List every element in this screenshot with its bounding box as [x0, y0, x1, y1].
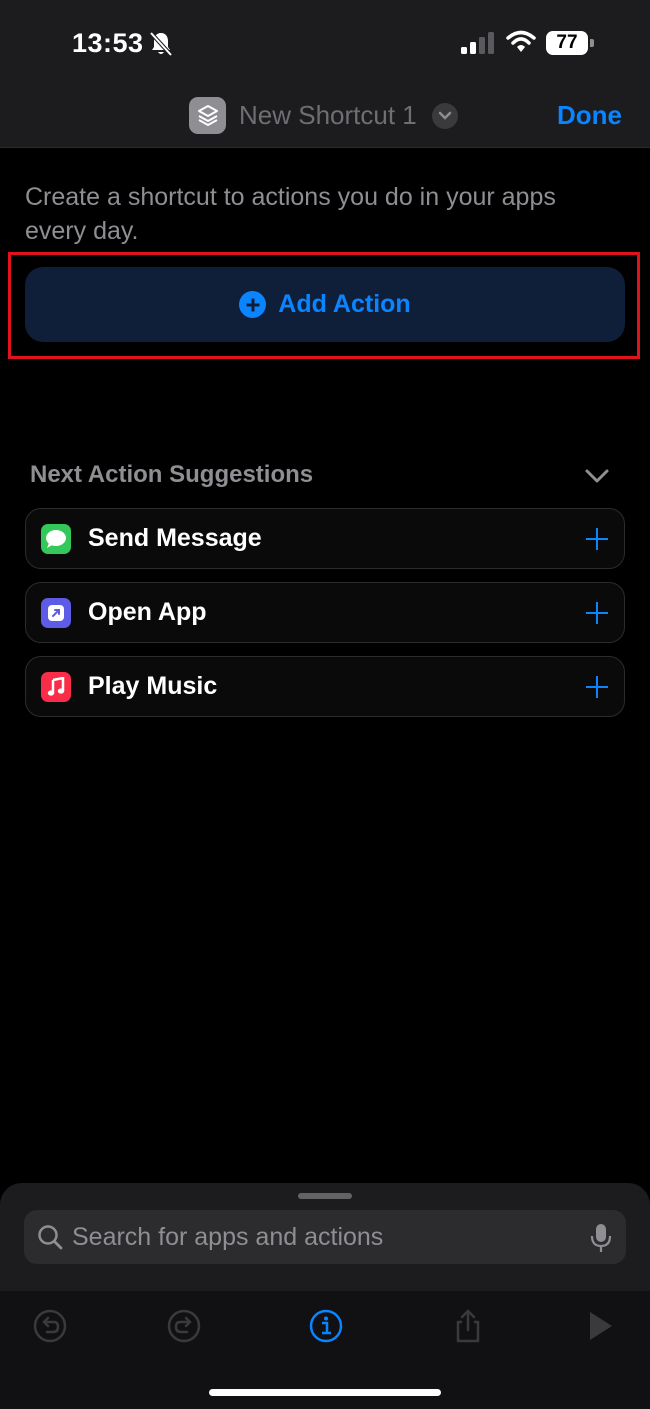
- signal-icon: [461, 32, 494, 54]
- info-icon[interactable]: [308, 1308, 344, 1344]
- play-icon[interactable]: [582, 1308, 618, 1344]
- nav-bar: New Shortcut 1 Done: [0, 90, 650, 148]
- suggestion-label: Open App: [88, 598, 207, 626]
- sheet-grabber[interactable]: [298, 1193, 352, 1199]
- suggestion-label: Play Music: [88, 672, 218, 700]
- battery-icon: 77: [546, 31, 594, 55]
- battery-level: 77: [546, 31, 588, 55]
- home-indicator: [209, 1389, 441, 1396]
- add-icon[interactable]: [585, 675, 609, 699]
- microphone-icon[interactable]: [590, 1223, 612, 1253]
- suggestion-send-message[interactable]: Send Message: [25, 508, 625, 569]
- plus-circle-icon: [239, 291, 267, 318]
- status-time: 13:53: [72, 28, 144, 58]
- search-icon: [38, 1225, 63, 1250]
- suggestion-label: Send Message: [88, 524, 262, 552]
- suggestion-open-app[interactable]: Open App: [25, 582, 625, 643]
- music-icon: [41, 672, 71, 702]
- add-icon[interactable]: [585, 601, 609, 625]
- shortcut-title[interactable]: New Shortcut 1: [239, 100, 417, 131]
- search-input[interactable]: [72, 1210, 572, 1264]
- suggestions-header: Next Action Suggestions: [30, 461, 314, 488]
- chevron-down-icon[interactable]: [432, 103, 458, 129]
- bell-off-icon: [149, 31, 173, 57]
- chevron-down-icon[interactable]: [584, 466, 610, 486]
- intro-text: Create a shortcut to actions you do in y…: [25, 183, 556, 245]
- add-icon[interactable]: [585, 527, 609, 551]
- shortcuts-icon[interactable]: [189, 97, 226, 134]
- wifi-icon: [506, 30, 536, 52]
- done-button[interactable]: Done: [557, 100, 622, 131]
- share-icon[interactable]: [450, 1308, 486, 1344]
- undo-icon[interactable]: [32, 1308, 68, 1344]
- add-action-label: Add Action: [278, 290, 411, 318]
- status-bar: 13:53 77: [0, 0, 650, 90]
- messages-icon: [41, 524, 71, 554]
- search-field[interactable]: [24, 1210, 626, 1264]
- add-action-button[interactable]: Add Action: [25, 267, 625, 342]
- open-app-icon: [41, 598, 71, 628]
- suggestion-play-music[interactable]: Play Music: [25, 656, 625, 717]
- bottom-sheet: [0, 1183, 650, 1409]
- redo-icon[interactable]: [166, 1308, 202, 1344]
